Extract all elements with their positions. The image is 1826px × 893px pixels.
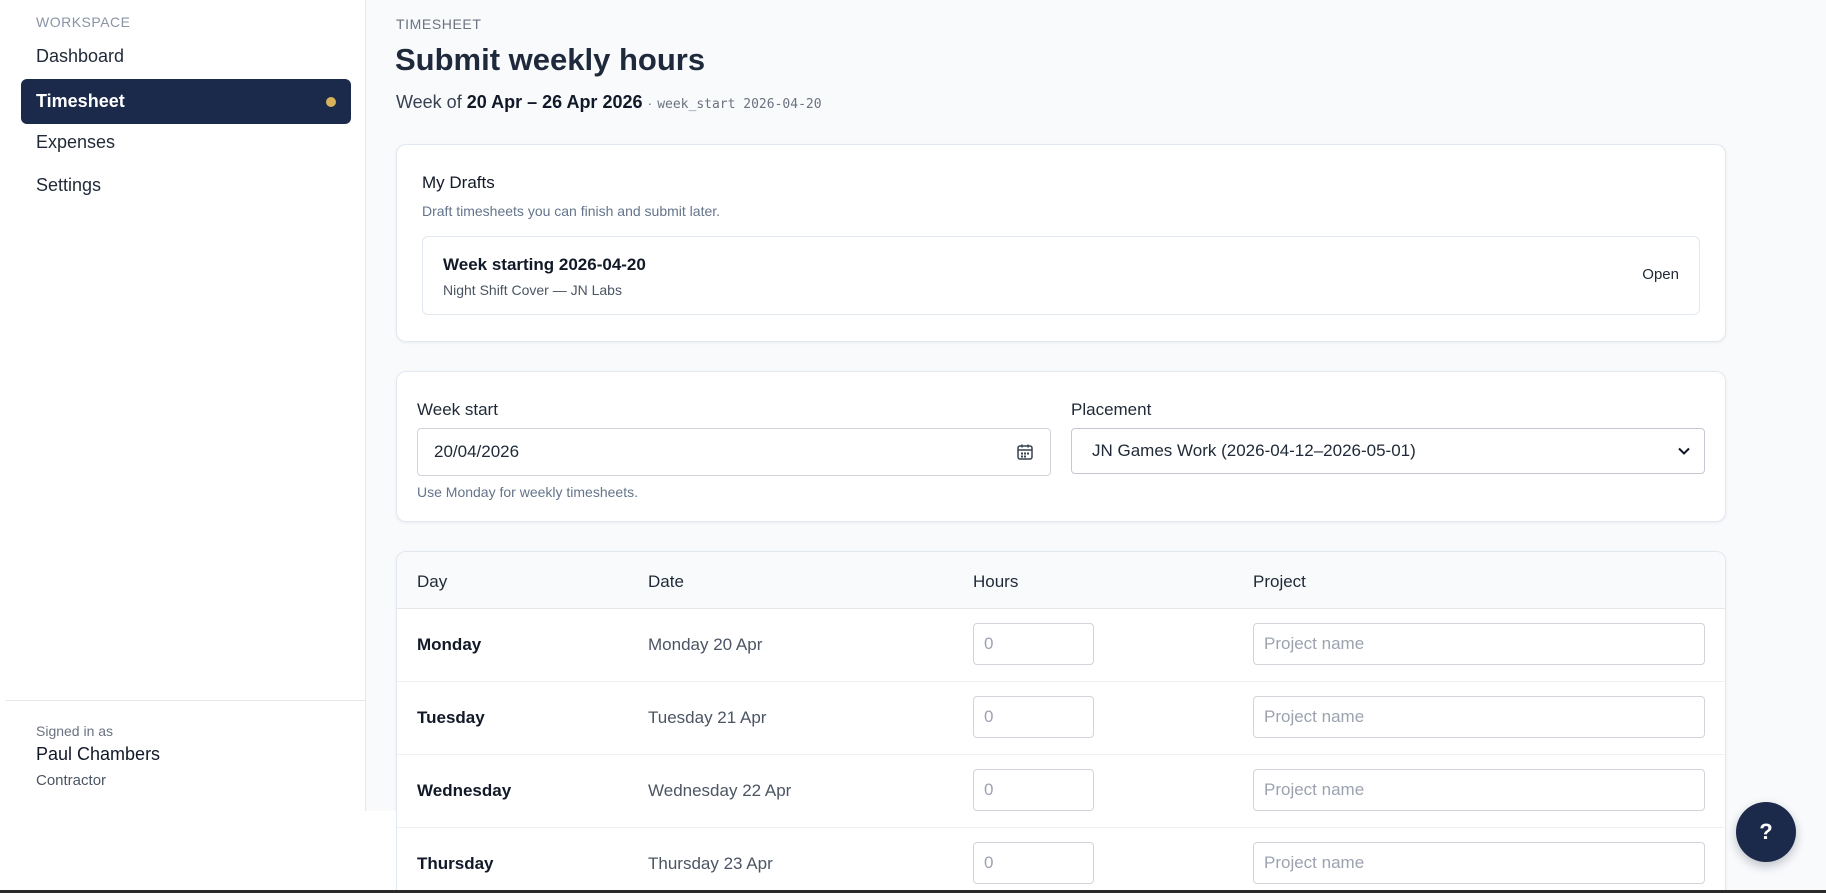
column-header-date: Date <box>648 572 684 591</box>
sidebar-item-label: Expenses <box>36 132 116 152</box>
row-date: Thursday 23 Apr <box>648 854 773 873</box>
draft-item: Week starting 2026-04-20 Night Shift Cov… <box>422 236 1700 315</box>
project-input[interactable] <box>1253 696 1705 738</box>
column-header-project: Project <box>1253 572 1306 591</box>
sidebar-item-settings[interactable]: Settings <box>21 163 351 208</box>
week-start-hint: Use Monday for weekly timesheets. <box>417 484 638 500</box>
drafts-card: My Drafts Draft timesheets you can finis… <box>396 144 1726 342</box>
table-row: Monday Monday 20 Apr <box>397 609 1725 682</box>
main-content: TIMESHEET Submit weekly hours Week of 20… <box>366 0 1826 893</box>
open-draft-button[interactable]: Open <box>1642 266 1679 283</box>
column-header-day: Day <box>417 572 448 591</box>
row-date: Tuesday 21 Apr <box>648 708 767 727</box>
table-row: Tuesday Tuesday 21 Apr <box>397 682 1725 755</box>
sidebar-divider <box>6 700 366 701</box>
hours-input[interactable] <box>973 623 1094 665</box>
week-prefix: Week of <box>396 92 462 112</box>
week-start-input[interactable]: 20/04/2026 <box>417 428 1051 476</box>
sidebar-item-label: Settings <box>36 175 102 195</box>
row-date: Wednesday 22 Apr <box>648 781 792 800</box>
sidebar: WORKSPACE Dashboard Timesheet Expenses S… <box>6 0 366 811</box>
week-start-value: 20/04/2026 <box>434 442 520 461</box>
table-header: Day Date Hours Project <box>397 552 1725 609</box>
sidebar-item-label: Dashboard <box>36 46 125 66</box>
placement-value: JN Games Work (2026-04-12–2026-05-01) <box>1092 441 1416 460</box>
sidebar-item-timesheet[interactable]: Timesheet <box>21 79 351 124</box>
column-header-hours: Hours <box>973 572 1019 591</box>
draft-title: Week starting 2026-04-20 <box>443 255 646 274</box>
user-name: Paul Chambers <box>36 744 161 764</box>
sidebar-item-label: Timesheet <box>36 91 125 111</box>
active-indicator-dot <box>326 97 336 107</box>
sidebar-item-expenses[interactable]: Expenses <box>21 120 351 165</box>
row-day: Monday <box>417 635 482 654</box>
hours-table: Day Date Hours Project Monday Monday 20 … <box>396 551 1726 893</box>
placement-label: Placement <box>1071 400 1152 419</box>
help-button[interactable]: ? <box>1736 802 1796 862</box>
calendar-icon[interactable] <box>1016 443 1034 461</box>
row-day: Thursday <box>417 854 494 873</box>
week-summary: Week of 20 Apr – 26 Apr 2026 · week_star… <box>396 92 822 113</box>
row-date: Monday 20 Apr <box>648 635 763 654</box>
project-input[interactable] <box>1253 769 1705 811</box>
hours-input[interactable] <box>973 842 1094 884</box>
draft-subtitle: Night Shift Cover — JN Labs <box>443 282 622 298</box>
table-row: Wednesday Wednesday 22 Apr <box>397 755 1725 828</box>
sidebar-item-dashboard[interactable]: Dashboard <box>21 34 351 79</box>
project-input[interactable] <box>1253 623 1705 665</box>
workspace-label: WORKSPACE <box>36 14 131 30</box>
app-frame: WORKSPACE Dashboard Timesheet Expenses S… <box>0 0 1826 893</box>
drafts-subtitle: Draft timesheets you can finish and subm… <box>422 203 721 219</box>
signed-in-label: Signed in as <box>36 723 114 739</box>
page-eyebrow: TIMESHEET <box>396 16 482 32</box>
row-day: Tuesday <box>417 708 485 727</box>
table-row: Thursday Thursday 23 Apr <box>397 828 1725 893</box>
week-separator: · <box>647 95 653 111</box>
hours-input[interactable] <box>973 696 1094 738</box>
drafts-title: My Drafts <box>422 173 495 192</box>
chevron-down-icon <box>1678 447 1690 455</box>
page-title: Submit weekly hours <box>395 42 706 77</box>
hours-input[interactable] <box>973 769 1094 811</box>
bottom-band <box>0 811 396 893</box>
placement-select[interactable]: JN Games Work (2026-04-12–2026-05-01) <box>1071 428 1705 474</box>
row-day: Wednesday <box>417 781 512 800</box>
week-start-label: Week start <box>417 400 498 419</box>
project-input[interactable] <box>1253 842 1705 884</box>
week-form-card: Week start 20/04/2026 Use Monday for wee… <box>396 371 1726 522</box>
week-range: 20 Apr – 26 Apr 2026 <box>466 92 643 112</box>
user-role: Contractor <box>36 772 107 789</box>
week-start-code: week_start 2026-04-20 <box>657 97 822 112</box>
